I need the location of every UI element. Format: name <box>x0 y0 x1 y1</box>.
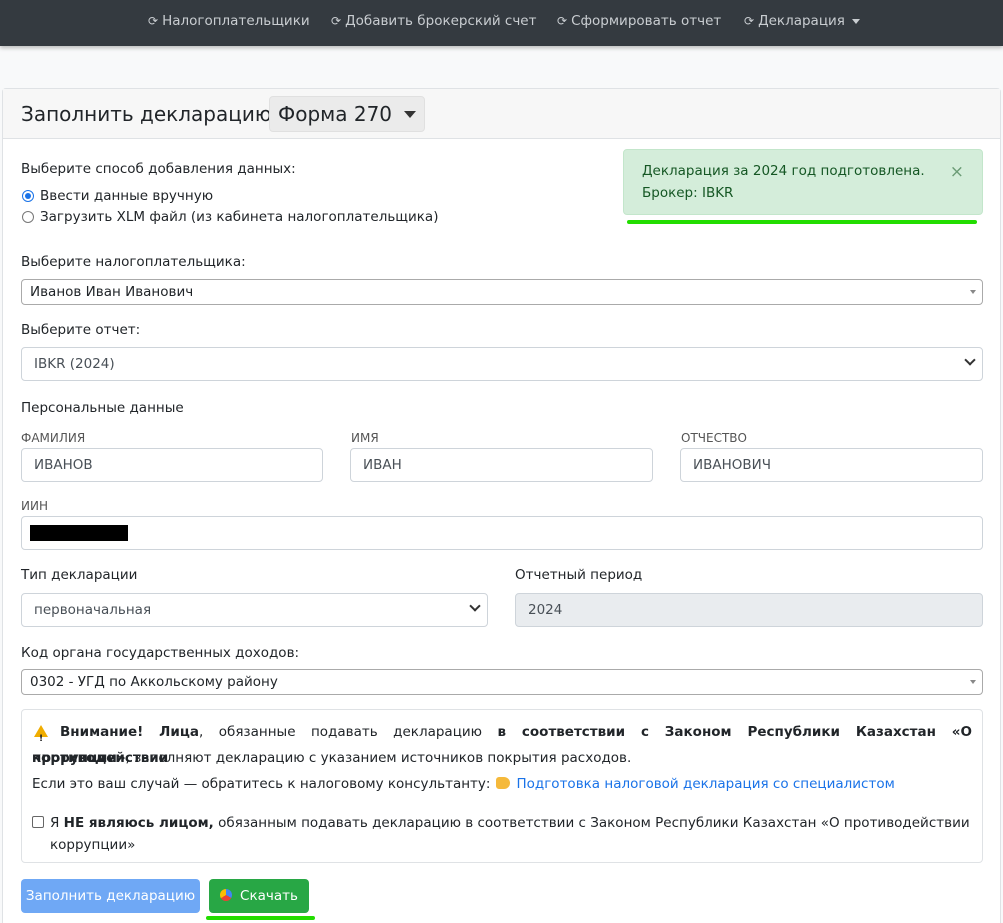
declaration-type-select[interactable]: первоначальная <box>21 593 488 627</box>
alert-broker: Брокер: IBKR <box>642 185 734 201</box>
close-icon[interactable]: × <box>950 162 964 182</box>
caret-down-icon <box>970 290 976 294</box>
nav-generate-report[interactable]: ⟳ Сформировать отчет <box>557 13 721 29</box>
taxpayer-select[interactable]: Иванов Иван Иванович <box>21 279 983 305</box>
name-label: ИМЯ <box>351 431 379 445</box>
consultant-link[interactable]: Подготовка налоговой декларация со специ… <box>516 776 894 792</box>
patronymic-input[interactable]: ИВАНОВИЧ <box>680 448 983 482</box>
patronymic-value: ИВАНОВИЧ <box>693 457 771 473</box>
radio-manual-entry[interactable] <box>22 190 34 202</box>
radio-upload-xml[interactable] <box>22 211 34 223</box>
tax-office-value: 0302 - УГД по Аккольскому району <box>30 674 278 690</box>
surname-input[interactable]: ИВАНОВ <box>21 448 323 482</box>
anti-corruption-notice: Внимание! Лица, обязанные подавать декла… <box>21 709 983 863</box>
spinner-icon: ⟳ <box>557 14 568 28</box>
notice-line-2: коррупции», заполняют декларацию с указа… <box>32 750 632 766</box>
success-alert: Декларация за 2024 год подготовлена. Бро… <box>623 149 983 215</box>
report-label: Выберите отчет: <box>21 322 141 338</box>
taxpayer-value: Иванов Иван Иванович <box>30 284 194 300</box>
alert-message: Декларация за 2024 год подготовлена. <box>642 163 925 179</box>
report-select[interactable]: IBKR (2024) <box>21 347 983 381</box>
radio-upload-xml-label[interactable]: Загрузить XLM файл (из кабинета налогопл… <box>40 209 438 225</box>
top-navbar: ⟳ Налогоплательщики ⟳ Добавить брокерский … <box>0 0 1003 46</box>
nav-declaration-dropdown[interactable]: ⟳ Декларация <box>744 13 860 29</box>
caret-down-icon <box>404 111 417 118</box>
iin-label: ИИН <box>21 499 48 513</box>
period-label: Отчетный период <box>515 567 643 583</box>
spinner-icon: ⟳ <box>148 14 159 28</box>
surname-label: ФАМИЛИЯ <box>21 431 86 445</box>
declaration-card: Заполнить декларацию Форма 270 Выберите … <box>2 88 1001 923</box>
nav-taxpayers[interactable]: ⟳ Налогоплательщики <box>148 13 310 29</box>
tax-office-label: Код органа государственных доходов: <box>21 645 300 661</box>
form-selector-label: Форма 270 <box>278 102 393 126</box>
chevron-down-icon <box>851 18 860 24</box>
data-source-label: Выберите способ добавления данных: <box>21 161 296 177</box>
checkbox-label-line-2[interactable]: коррупции» <box>50 832 970 858</box>
chevron-down-icon <box>964 354 976 366</box>
surname-value: ИВАНОВ <box>34 457 93 473</box>
patronymic-label: ОТЧЕСТВО <box>681 431 747 445</box>
form-selector-dropdown[interactable]: Форма 270 <box>269 96 426 132</box>
spinner-icon: ⟳ <box>331 14 342 28</box>
warning-icon <box>34 725 48 752</box>
report-value: IBKR (2024) <box>34 356 115 372</box>
period-input: 2024 <box>515 593 983 627</box>
radio-manual-entry-label[interactable]: Ввести данные вручную <box>40 188 213 204</box>
redacted-iin <box>30 525 128 541</box>
taxpayer-label: Выберите налогоплательщика: <box>21 254 246 270</box>
period-value: 2024 <box>528 602 563 618</box>
pointing-hand-icon <box>496 777 511 789</box>
chevron-down-icon <box>469 600 481 612</box>
tax-office-select[interactable]: 0302 - УГД по Аккольскому району <box>21 669 983 695</box>
highlight-underline <box>627 220 977 224</box>
name-input[interactable]: ИВАН <box>350 448 653 482</box>
iin-input[interactable] <box>21 516 983 550</box>
card-header: Заполнить декларацию Форма 270 <box>3 89 1000 139</box>
caret-down-icon <box>970 680 976 684</box>
download-icon <box>220 889 233 901</box>
notice-line-3: Если это ваш случай — обратитесь к налог… <box>32 776 895 792</box>
download-button[interactable]: Скачать <box>209 879 309 913</box>
download-highlight-underline <box>206 916 315 920</box>
declaration-type-label: Тип декларации <box>21 567 138 583</box>
declaration-type-value: первоначальная <box>34 602 152 618</box>
spinner-icon: ⟳ <box>744 14 755 28</box>
personal-data-label: Персональные данные <box>21 400 184 416</box>
page-title: Заполнить декларацию <box>21 102 272 126</box>
name-value: ИВАН <box>363 457 402 473</box>
fill-declaration-button[interactable]: Заполнить декларацию <box>21 879 200 913</box>
not-obligated-checkbox[interactable] <box>32 816 44 828</box>
nav-add-broker-account[interactable]: ⟳ Добавить брокерский счет <box>331 13 536 29</box>
